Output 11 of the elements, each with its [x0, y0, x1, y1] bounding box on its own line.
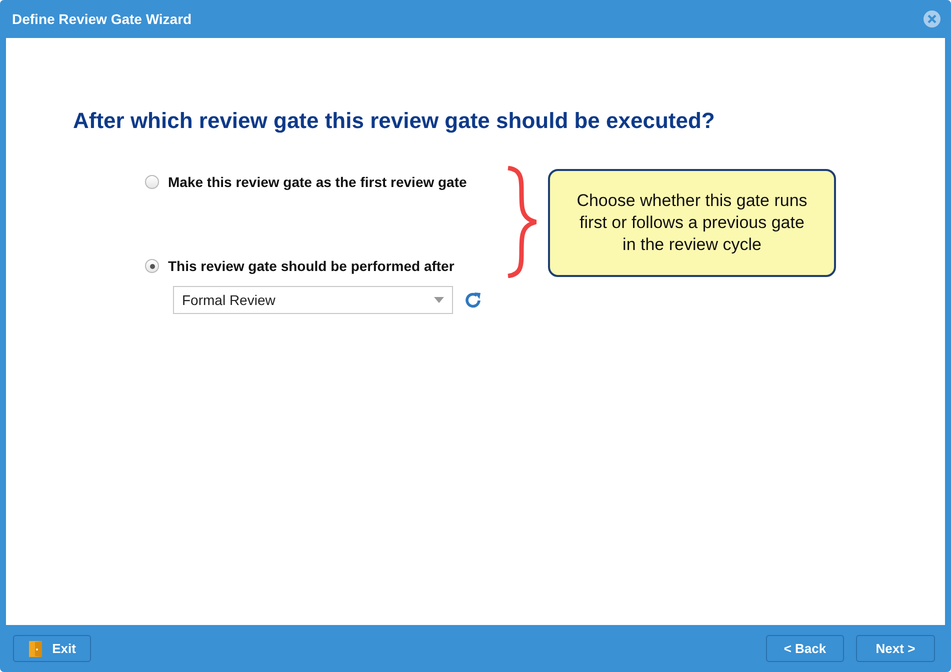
caret-icon [434, 297, 444, 303]
radio-button[interactable] [145, 259, 159, 273]
radio-button[interactable] [145, 175, 159, 189]
callout-note: Choose whether this gate runs first or follows a previous gate in the review cycle [548, 169, 836, 277]
review-dropdown[interactable]: Formal Review [173, 286, 453, 314]
radio-option[interactable]: This review gate should be performed after [145, 258, 454, 274]
door-icon [28, 640, 44, 658]
radio-option[interactable]: Make this review gate as the first review gate [145, 174, 467, 190]
question-heading: After which review gate this review gate should be executed? [73, 108, 715, 134]
window-title: Define Review Gate Wizard [12, 11, 192, 27]
refresh-icon[interactable] [463, 290, 483, 310]
